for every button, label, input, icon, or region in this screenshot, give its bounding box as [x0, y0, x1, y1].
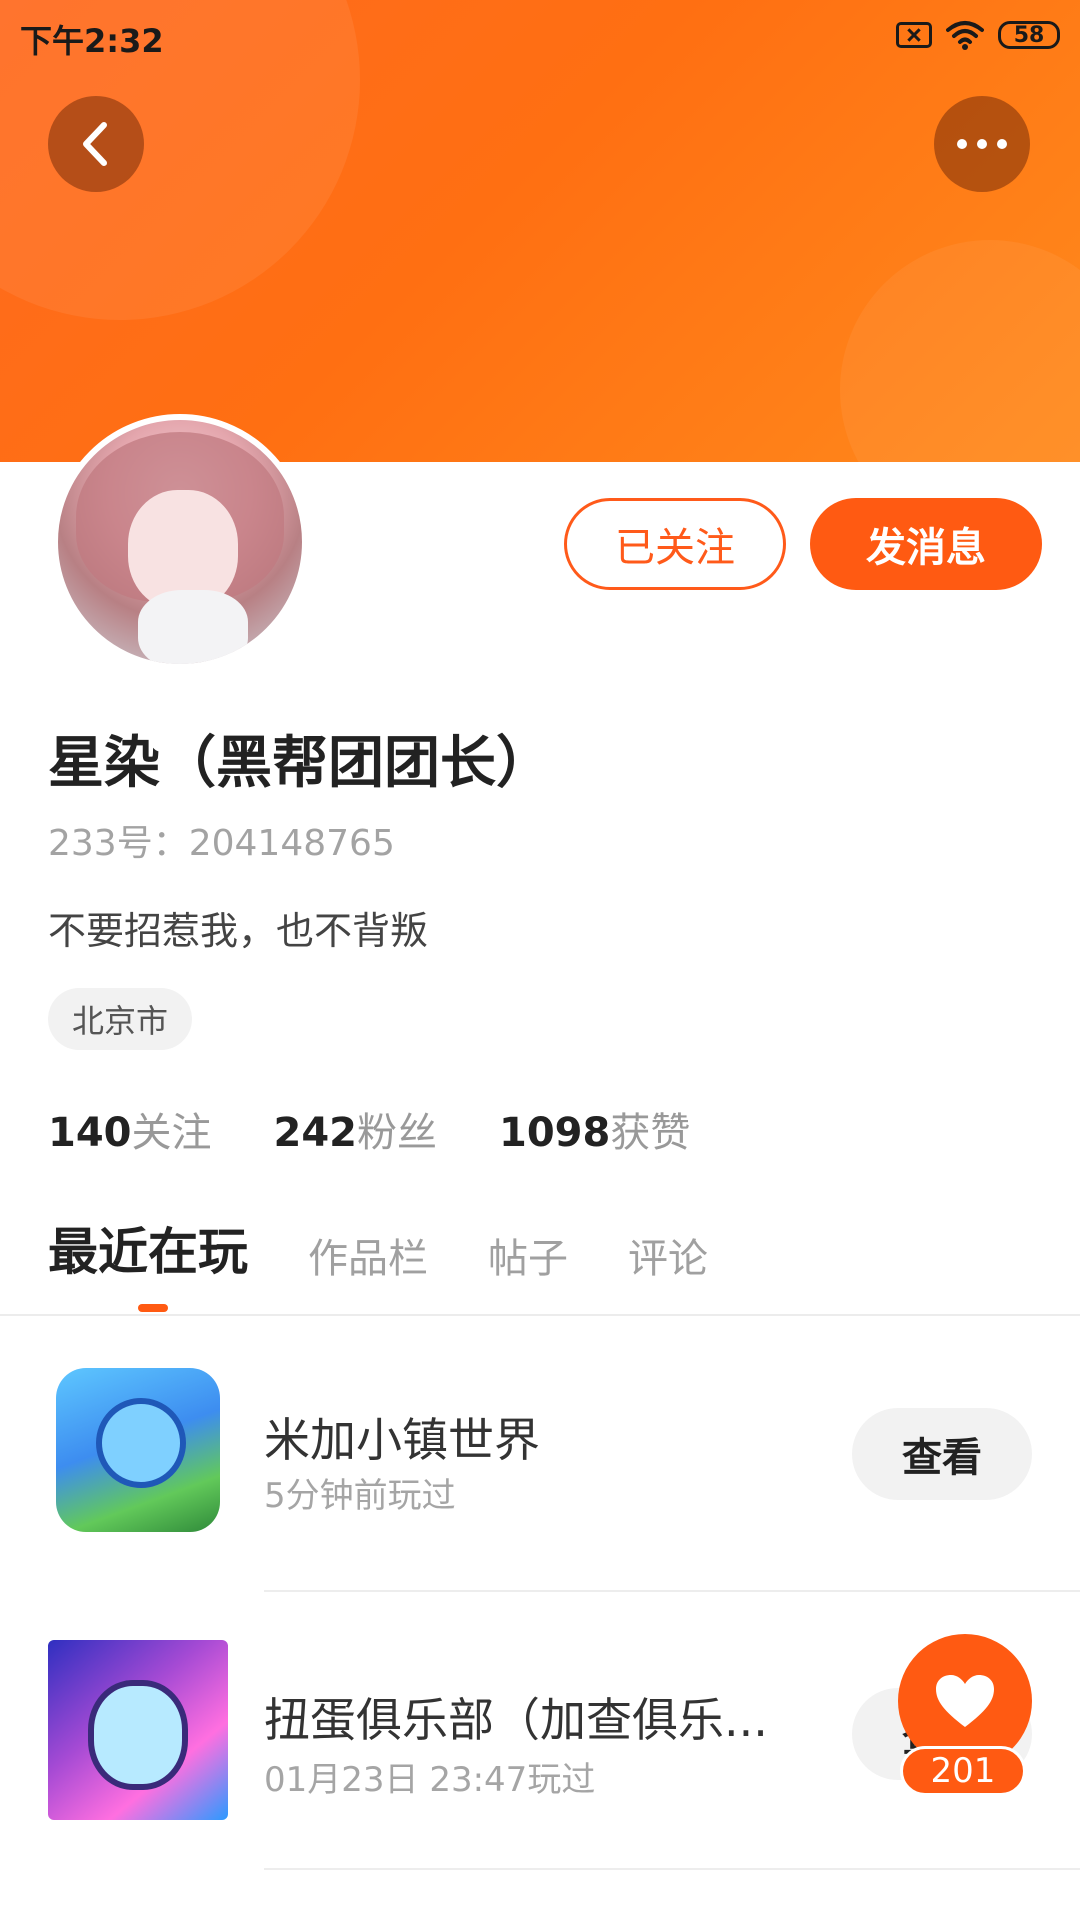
avatar[interactable]: [52, 414, 308, 670]
status-icons: 58: [896, 18, 1060, 52]
tab-comments[interactable]: 评论: [628, 1226, 708, 1284]
following-count: 140: [48, 1110, 132, 1156]
tab-works[interactable]: 作品栏: [308, 1226, 428, 1284]
tab-divider: [0, 1314, 1080, 1316]
active-tab-indicator: [138, 1304, 168, 1312]
fans-label: 粉丝: [357, 1110, 437, 1156]
more-dots-icon: [957, 139, 1007, 149]
game-last-played: 01月23日 23:47玩过: [264, 1760, 596, 1800]
profile-header-banner: 下午2:32 58: [0, 0, 1080, 462]
user-id: 233号：204148765: [48, 814, 395, 866]
user-nickname: 星染（黑帮团团长）: [48, 731, 552, 796]
like-count-badge: 201: [900, 1746, 1026, 1796]
wifi-icon: [946, 21, 984, 50]
view-button[interactable]: 查看: [852, 1408, 1032, 1500]
more-options-button[interactable]: [934, 96, 1030, 192]
battery-indicator: 58: [998, 21, 1060, 49]
game-title: 扭蛋俱乐部（加查俱乐...: [264, 1693, 768, 1747]
heart-icon: [936, 1675, 994, 1727]
location-tag: 北京市: [48, 988, 193, 1050]
tab-recently-played[interactable]: 最近在玩: [48, 1212, 248, 1284]
game-app-icon[interactable]: [48, 1640, 228, 1820]
chevron-left-icon: [83, 122, 107, 166]
no-sim-icon: [896, 22, 932, 48]
status-time: 下午2:32: [20, 22, 164, 60]
fans-stat[interactable]: 242粉丝: [274, 1100, 438, 1158]
game-app-icon[interactable]: [56, 1368, 220, 1532]
banner-decoration: [840, 240, 1080, 462]
following-label: 关注: [131, 1110, 212, 1156]
row-divider: [264, 1868, 1080, 1870]
back-button[interactable]: [48, 96, 144, 192]
stats-row: 140关注 242粉丝 1098获赞: [48, 1100, 690, 1158]
likes-label: 获赞: [610, 1110, 691, 1156]
fans-count: 242: [273, 1110, 358, 1156]
send-message-button[interactable]: 发消息: [810, 498, 1042, 590]
game-last-played: 5分钟前玩过: [264, 1476, 456, 1516]
user-id-value[interactable]: 204148765: [189, 823, 395, 864]
tab-posts[interactable]: 帖子: [488, 1226, 568, 1284]
following-stat[interactable]: 140关注: [48, 1100, 212, 1158]
user-id-label: 233号：: [48, 823, 189, 864]
game-title: 米加小镇世界: [264, 1413, 540, 1467]
profile-tabs: 最近在玩 作品栏 帖子 评论: [48, 1212, 708, 1284]
user-bio: 不要招惹我，也不背叛: [48, 909, 429, 953]
list-item[interactable]: 米加小镇世界 5分钟前玩过 查看: [0, 1368, 1080, 1538]
likes-count: 1098: [499, 1110, 611, 1156]
followed-button[interactable]: 已关注: [564, 498, 786, 590]
row-divider: [264, 1590, 1080, 1592]
likes-stat[interactable]: 1098获赞: [499, 1100, 690, 1158]
